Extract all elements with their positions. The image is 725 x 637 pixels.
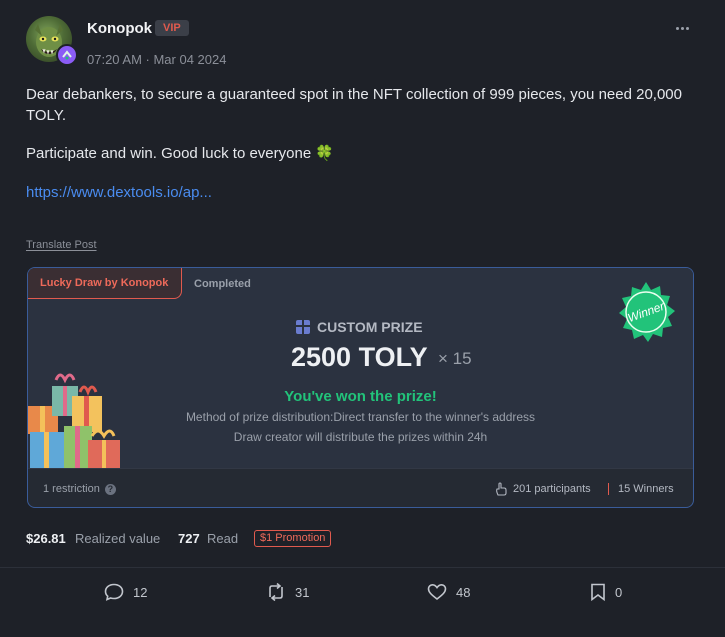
prize-multiplier: × 15 [438,349,472,368]
post-timestamp: 07:20 AM · Mar 04 2024 [87,52,227,67]
restriction[interactable]: 1 restriction ? [43,483,116,495]
hand-icon [496,482,507,496]
post-body-line2: Participate and win. Good luck to everyo… [26,145,335,162]
read-count: 727 [178,531,200,546]
post-link[interactable]: https://www.dextools.io/ap... [26,184,212,201]
draw-card-body: Lucky Draw by Konopok Completed CUSTOM P… [28,268,693,468]
participants-text: 201 participants [513,483,591,495]
distribution-method: Method of prize distribution:Direct tran… [185,410,536,424]
won-message: You've won the prize! [284,388,437,405]
bookmark-icon [591,583,605,601]
bookmark-button[interactable]: 0 [590,582,622,602]
repost-count: 31 [295,584,310,600]
footer-divider [608,483,609,495]
comment-count: 12 [133,584,148,600]
realized-value: $26.81 [26,531,66,546]
vip-badge: VIP [155,20,189,36]
repost-icon [269,583,283,601]
bookmark-count: 0 [615,584,623,600]
draw-tab: Lucky Draw by Konopok [28,268,182,299]
prize-label-text: CUSTOM PRIZE [317,319,423,335]
more-icon[interactable] [670,18,694,38]
heart-icon [427,583,447,601]
participants[interactable]: 201 participants [495,482,591,496]
distribution-note: Draw creator will distribute the prizes … [233,430,488,444]
realized-value-label: Realized value [75,531,161,546]
lucky-draw-card[interactable]: Lucky Draw by Konopok Completed CUSTOM P… [27,267,694,508]
post-body: Dear debankers, to secure a guaranteed s… [26,86,682,124]
help-icon[interactable]: ? [104,483,116,495]
draw-footer: 1 restriction ? 201 participants 15 Winn… [28,468,693,507]
repost-button[interactable]: 31 [266,582,309,602]
draw-status: Completed [194,278,251,290]
winners-count[interactable]: 15 Winners [618,483,674,495]
prize-amount: 2500 TOLY [291,342,428,372]
like-button[interactable]: 48 [427,582,470,602]
read-label: Read [207,531,239,546]
gift-icon [296,320,310,334]
translate-post-link[interactable]: Translate Post [26,239,97,251]
author-name[interactable]: Konopok [87,20,152,37]
comment-icon [104,583,124,601]
actions-divider [0,567,725,568]
comment-button[interactable]: 12 [104,582,147,602]
post: Konopok VIP 07:20 AM · Mar 04 2024 Dear … [0,0,725,637]
avatar-badge-icon [56,44,78,66]
promotion-badge[interactable]: $1 Promotion [254,530,332,547]
winner-seal: Winner [619,282,675,342]
restriction-text: 1 restriction [43,483,100,495]
like-count: 48 [456,584,471,600]
custom-prize-label: CUSTOM PRIZE [296,319,423,335]
